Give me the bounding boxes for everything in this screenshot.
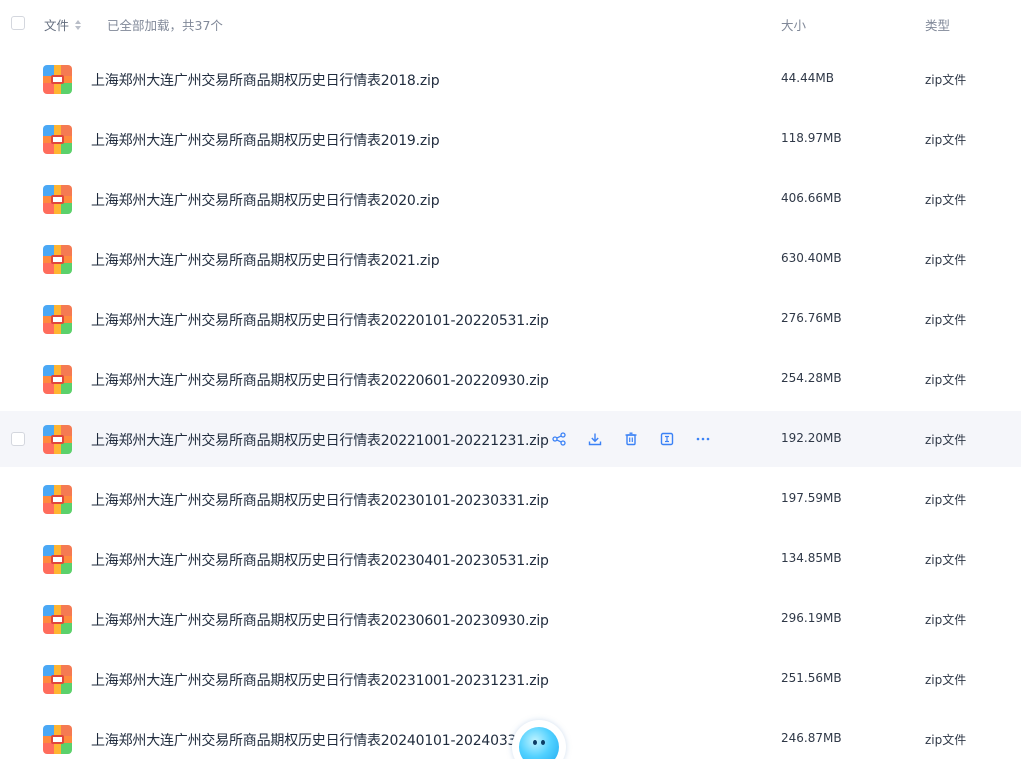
- zip-file-icon: [43, 125, 72, 154]
- file-size: 254.28MB: [781, 371, 842, 385]
- assistant-eye-icon: [541, 740, 545, 745]
- zip-file-icon: [43, 725, 72, 754]
- more-button[interactable]: [694, 430, 712, 448]
- zip-file-icon: [43, 185, 72, 214]
- file-type: zip文件: [925, 373, 967, 387]
- file-name[interactable]: 上海郑州大连广州交易所商品期权历史日行情表20231001-20231231.z…: [91, 670, 549, 690]
- file-row[interactable]: 上海郑州大连广州交易所商品期权历史日行情表20220101-20220531.z…: [0, 291, 1021, 347]
- select-all-checkbox[interactable]: [11, 16, 25, 30]
- file-type: zip文件: [925, 73, 967, 87]
- file-type: zip文件: [925, 313, 967, 327]
- column-header-type[interactable]: 类型: [925, 15, 950, 34]
- file-row[interactable]: 上海郑州大连广州交易所商品期权历史日行情表20230601-20230930.z…: [0, 591, 1021, 647]
- file-name[interactable]: 上海郑州大连广州交易所商品期权历史日行情表20230401-20230531.z…: [91, 550, 549, 570]
- file-row[interactable]: 上海郑州大连广州交易所商品期权历史日行情表20220601-20220930.z…: [0, 351, 1021, 407]
- zip-file-icon: [43, 545, 72, 574]
- share-button[interactable]: [550, 430, 568, 448]
- load-status: 已全部加载，共37个: [107, 18, 223, 33]
- file-type: zip文件: [925, 253, 967, 267]
- file-size: 44.44MB: [781, 71, 834, 85]
- file-size: 276.76MB: [781, 311, 842, 325]
- file-row[interactable]: 上海郑州大连广州交易所商品期权历史日行情表20230401-20230531.z…: [0, 531, 1021, 587]
- file-name[interactable]: 上海郑州大连广州交易所商品期权历史日行情表2019.zip: [91, 130, 440, 150]
- column-header-size[interactable]: 大小: [781, 15, 806, 34]
- file-row[interactable]: 上海郑州大连广州交易所商品期权历史日行情表20230101-20230331.z…: [0, 471, 1021, 527]
- file-name[interactable]: 上海郑州大连广州交易所商品期权历史日行情表20230101-20230331.z…: [91, 490, 549, 510]
- column-header-name[interactable]: 文件: [44, 15, 82, 34]
- zip-file-icon: [43, 65, 72, 94]
- file-size: 406.66MB: [781, 191, 842, 205]
- file-row[interactable]: 上海郑州大连广州交易所商品期权历史日行情表2021.zip 630.40MB zip…: [0, 231, 1021, 287]
- rename-button[interactable]: [658, 430, 676, 448]
- file-name[interactable]: 上海郑州大连广州交易所商品期权历史日行情表20221001-20221231.z…: [91, 430, 549, 450]
- file-row[interactable]: 上海郑州大连广州交易所商品期权历史日行情表2018.zip 44.44MB zip文…: [0, 51, 1021, 107]
- file-size: 197.59MB: [781, 491, 842, 505]
- rename-icon: [660, 432, 674, 446]
- file-name[interactable]: 上海郑州大连广州交易所商品期权历史日行情表20220101-20220531.z…: [91, 310, 549, 330]
- sort-icon[interactable]: [74, 19, 82, 31]
- file-type: zip文件: [925, 133, 967, 147]
- file-type: zip文件: [925, 493, 967, 507]
- file-row[interactable]: 上海郑州大连广州交易所商品期权历史日行情表20221001-20221231.z…: [0, 411, 1021, 467]
- delete-icon: [624, 432, 638, 446]
- share-icon: [552, 432, 566, 446]
- zip-file-icon: [43, 425, 72, 454]
- zip-file-icon: [43, 665, 72, 694]
- file-row[interactable]: 上海郑州大连广州交易所商品期权历史日行情表2019.zip 118.97MB zip…: [0, 111, 1021, 167]
- file-type: zip文件: [925, 673, 967, 687]
- zip-file-icon: [43, 305, 72, 334]
- column-header-name-label: 文件: [44, 18, 70, 33]
- file-size: 134.85MB: [781, 551, 842, 565]
- download-button[interactable]: [586, 430, 604, 448]
- zip-file-icon: [43, 485, 72, 514]
- file-name[interactable]: 上海郑州大连广州交易所商品期权历史日行情表2021.zip: [91, 250, 440, 270]
- list-header: 文件 已全部加载，共37个 大小 类型: [0, 0, 1021, 46]
- file-size: 118.97MB: [781, 131, 842, 145]
- row-actions: [550, 429, 730, 449]
- file-row[interactable]: 上海郑州大连广州交易所商品期权历史日行情表20231001-20231231.z…: [0, 651, 1021, 707]
- file-type: zip文件: [925, 733, 967, 747]
- file-name[interactable]: 上海郑州大连广州交易所商品期权历史日行情表20230601-20230930.z…: [91, 610, 549, 630]
- assistant-eye-icon: [533, 740, 537, 745]
- file-name[interactable]: 上海郑州大连广州交易所商品期权历史日行情表20240101-2024033: [91, 730, 516, 750]
- file-list: 文件 已全部加载，共37个 大小 类型 上海郑州大连广州交易所商品期权历史日行情…: [0, 0, 1021, 759]
- file-type: zip文件: [925, 433, 967, 447]
- file-name[interactable]: 上海郑州大连广州交易所商品期权历史日行情表2020.zip: [91, 190, 440, 210]
- file-type: zip文件: [925, 553, 967, 567]
- file-row[interactable]: 上海郑州大连广州交易所商品期权历史日行情表2020.zip 406.66MB zip…: [0, 171, 1021, 227]
- file-type: zip文件: [925, 613, 967, 627]
- zip-file-icon: [43, 605, 72, 634]
- file-size: 246.87MB: [781, 731, 842, 745]
- file-name[interactable]: 上海郑州大连广州交易所商品期权历史日行情表2018.zip: [91, 70, 440, 90]
- download-icon: [588, 432, 602, 446]
- delete-button[interactable]: [622, 430, 640, 448]
- assistant-mascot-icon: [519, 727, 559, 759]
- file-name[interactable]: 上海郑州大连广州交易所商品期权历史日行情表20220601-20220930.z…: [91, 370, 549, 390]
- file-type: zip文件: [925, 193, 967, 207]
- file-row[interactable]: 上海郑州大连广州交易所商品期权历史日行情表20240101-2024033 246…: [0, 711, 1021, 759]
- file-size: 251.56MB: [781, 671, 842, 685]
- file-size: 192.20MB: [781, 431, 842, 445]
- zip-file-icon: [43, 245, 72, 274]
- file-size: 630.40MB: [781, 251, 842, 265]
- more-icon: [696, 432, 710, 446]
- zip-file-icon: [43, 365, 72, 394]
- row-checkbox[interactable]: [11, 432, 25, 446]
- file-size: 296.19MB: [781, 611, 842, 625]
